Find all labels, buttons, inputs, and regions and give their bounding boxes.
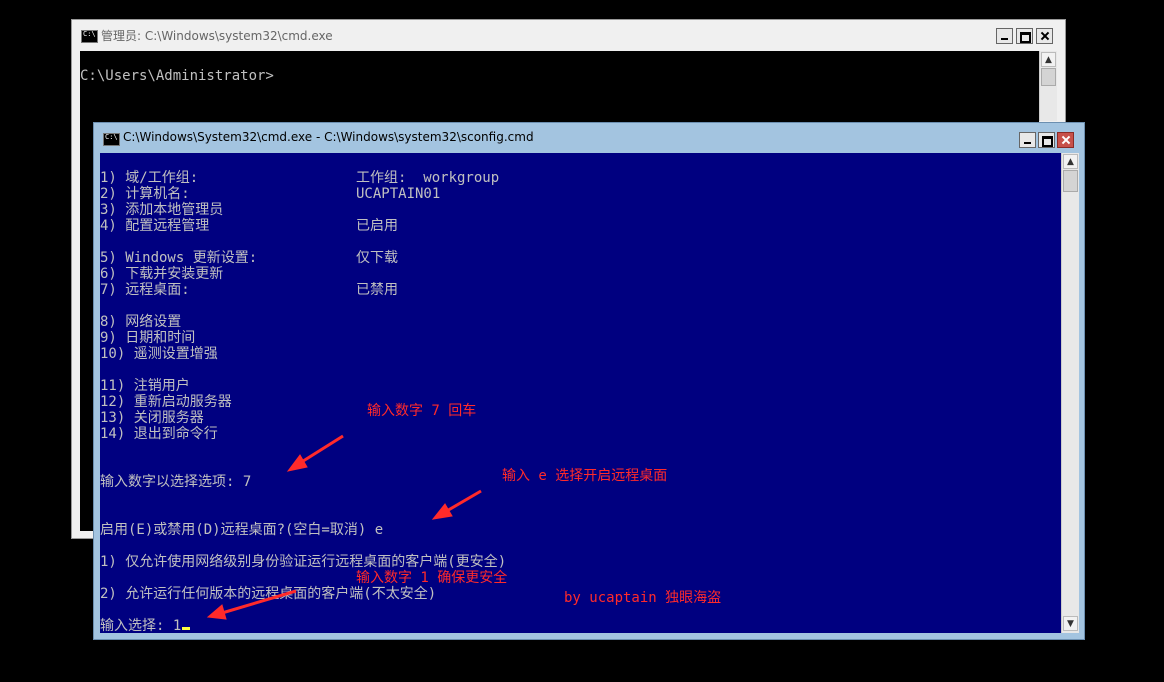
arrow-to-7: [299, 434, 344, 465]
scroll-up-arrow-icon[interactable]: ▲: [1041, 52, 1056, 67]
background-window-title: 管理员: C:\Windows\system32\cmd.exe: [101, 29, 333, 43]
command-prompt-line: C:\Users\Administrator>: [80, 68, 274, 84]
scroll-up-arrow-icon[interactable]: ▲: [1063, 154, 1078, 169]
background-title-bar[interactable]: 管理员: C:\Windows\system32\cmd.exe: [72, 20, 1065, 48]
sconfig-window: C:\Windows\System32\cmd.exe - C:\Windows…: [93, 122, 1085, 640]
sconfig-console[interactable]: 1) 域/工作组: 工作组: workgroup 2) 计算机名: UCAPTA…: [100, 153, 1061, 633]
minimize-button[interactable]: [1019, 132, 1036, 148]
arrow-to-1: [221, 589, 297, 615]
arrow-head-icon: [206, 604, 227, 620]
background-scrollbar[interactable]: ▲: [1039, 51, 1057, 121]
cmd-app-icon: [103, 133, 120, 146]
sconfig-window-title: C:\Windows\System32\cmd.exe - C:\Windows…: [123, 130, 534, 144]
sconfig-title-bar[interactable]: C:\Windows\System32\cmd.exe - C:\Windows…: [94, 123, 1084, 151]
maximize-button[interactable]: [1016, 28, 1033, 44]
minimize-button[interactable]: [996, 28, 1013, 44]
annotation-arrows: [206, 434, 482, 620]
arrow-head-icon: [286, 454, 308, 472]
close-button[interactable]: [1057, 132, 1074, 148]
sconfig-scrollbar[interactable]: ▲ ▼: [1061, 153, 1079, 633]
scroll-thumb[interactable]: [1041, 68, 1056, 86]
arrow-to-e: [444, 489, 482, 514]
scroll-thumb[interactable]: [1063, 170, 1078, 192]
close-button[interactable]: [1036, 28, 1053, 44]
cmd-app-icon: [81, 30, 98, 43]
arrow-head-icon: [431, 503, 453, 520]
maximize-button[interactable]: [1038, 132, 1055, 148]
scroll-down-arrow-icon[interactable]: ▼: [1063, 616, 1078, 631]
